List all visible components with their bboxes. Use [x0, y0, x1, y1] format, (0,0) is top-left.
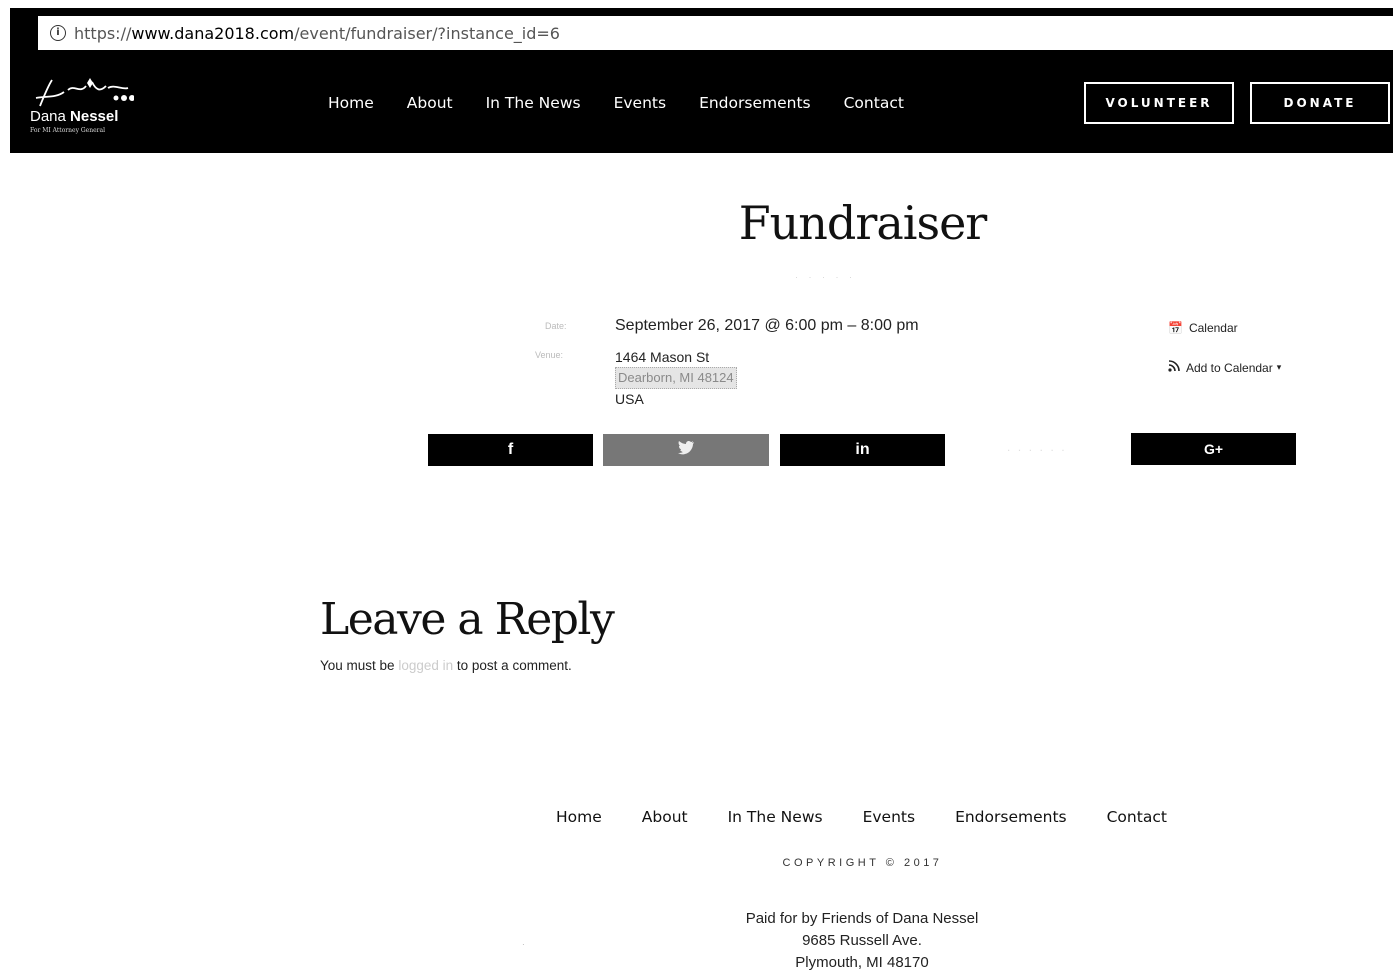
- paid-for-line2: 9685 Russell Ave.: [802, 932, 922, 949]
- stray-dot: ·: [522, 940, 525, 949]
- nav-in-the-news[interactable]: In The News: [486, 94, 581, 112]
- nav-events[interactable]: Events: [614, 94, 666, 112]
- address-line1: 1464 Mason St: [615, 349, 710, 365]
- footer-nav: Home About In The News Events Endorsemen…: [556, 808, 1207, 826]
- event-date: September 26, 2017 @ 6:00 pm – 8:00 pm: [615, 317, 919, 334]
- nav-contact[interactable]: Contact: [844, 94, 904, 112]
- footer-nav-endorsements[interactable]: Endorsements: [955, 808, 1067, 826]
- googleplus-icon: G+: [1203, 441, 1224, 457]
- footer-nav-events[interactable]: Events: [863, 808, 915, 826]
- facebook-share-button[interactable]: f: [428, 434, 593, 466]
- venue-label: Venue:: [535, 350, 564, 360]
- address-line2: Dearborn, MI 48124: [615, 367, 737, 389]
- faded-share-button[interactable]: · · · · · ·: [955, 434, 1120, 466]
- event-subtitle-faint: · · · · ·: [795, 272, 856, 282]
- paid-for-line3: Plymouth, MI 48170: [795, 954, 929, 971]
- reply-login-note: You must be logged in to post a comment.: [320, 658, 572, 673]
- reply-prefix: You must be: [320, 658, 395, 673]
- main-nav: Home About In The News Events Endorsemen…: [328, 94, 937, 112]
- address-country: USA: [615, 391, 644, 407]
- add-to-calendar-dropdown[interactable]: Add to Calendar ▾: [1168, 360, 1281, 375]
- event-address: 1464 Mason St Dearborn, MI 48124 USA: [615, 347, 737, 409]
- date-label: Date:: [545, 321, 567, 331]
- linkedin-icon: in: [855, 441, 870, 458]
- nav-about[interactable]: About: [407, 94, 453, 112]
- reply-heading: Leave a Reply: [320, 594, 615, 645]
- url-scheme: https://: [74, 23, 132, 43]
- nav-endorsements[interactable]: Endorsements: [699, 94, 811, 112]
- footer-nav-home[interactable]: Home: [556, 808, 602, 826]
- logo-tagline: For MI Attorney General: [30, 127, 106, 134]
- add-to-calendar-label: Add to Calendar: [1186, 360, 1273, 375]
- login-link[interactable]: logged in: [398, 658, 453, 673]
- paid-for-line1: Paid for by Friends of Dana Nessel: [745, 910, 979, 927]
- twitter-share-button[interactable]: [603, 434, 769, 466]
- googleplus-share-button[interactable]: G+: [1131, 433, 1296, 465]
- footer-nav-in-the-news[interactable]: In The News: [728, 808, 823, 826]
- faded-share-icon: · · · · · ·: [1007, 445, 1068, 455]
- linkedin-share-button[interactable]: in: [780, 434, 945, 466]
- site-logo[interactable]: Dana Nessel For MI Attorney General: [30, 76, 140, 146]
- info-icon[interactable]: i: [50, 25, 66, 41]
- footer-nav-about[interactable]: About: [642, 808, 688, 826]
- calendar-link-label: Calendar: [1188, 321, 1238, 335]
- logo-name: Dana Nessel: [30, 108, 119, 125]
- signature-icon: [35, 78, 134, 107]
- donate-button[interactable]: DONATE: [1250, 82, 1390, 124]
- calendar-link[interactable]: 📅 Calendar: [1168, 321, 1238, 335]
- copyright: COPYRIGHT © 2017: [782, 857, 943, 869]
- address-bar[interactable]: i https:// www.dana2018.com /event/fundr…: [38, 16, 1393, 50]
- volunteer-button[interactable]: VOLUNTEER: [1084, 82, 1234, 124]
- event-title: Fundraiser: [738, 196, 988, 250]
- caret-down-icon: ▾: [1276, 362, 1282, 372]
- facebook-icon: f: [507, 441, 514, 458]
- reply-suffix: to post a comment.: [456, 658, 572, 673]
- footer-nav-contact[interactable]: Contact: [1107, 808, 1167, 826]
- url-host: www.dana2018.com: [131, 23, 295, 43]
- paid-for-disclaimer: Paid for by Friends of Dana Nessel 9685 …: [712, 908, 1012, 974]
- site-header: i https:// www.dana2018.com /event/fundr…: [10, 8, 1393, 153]
- calendar-icon: 📅: [1168, 321, 1183, 335]
- rss-icon: [1168, 360, 1180, 375]
- twitter-icon: [677, 440, 695, 460]
- url-path: /event/fundraiser/?instance_id=6: [294, 23, 560, 43]
- nav-home[interactable]: Home: [328, 94, 374, 112]
- top-strip: [10, 0, 1393, 8]
